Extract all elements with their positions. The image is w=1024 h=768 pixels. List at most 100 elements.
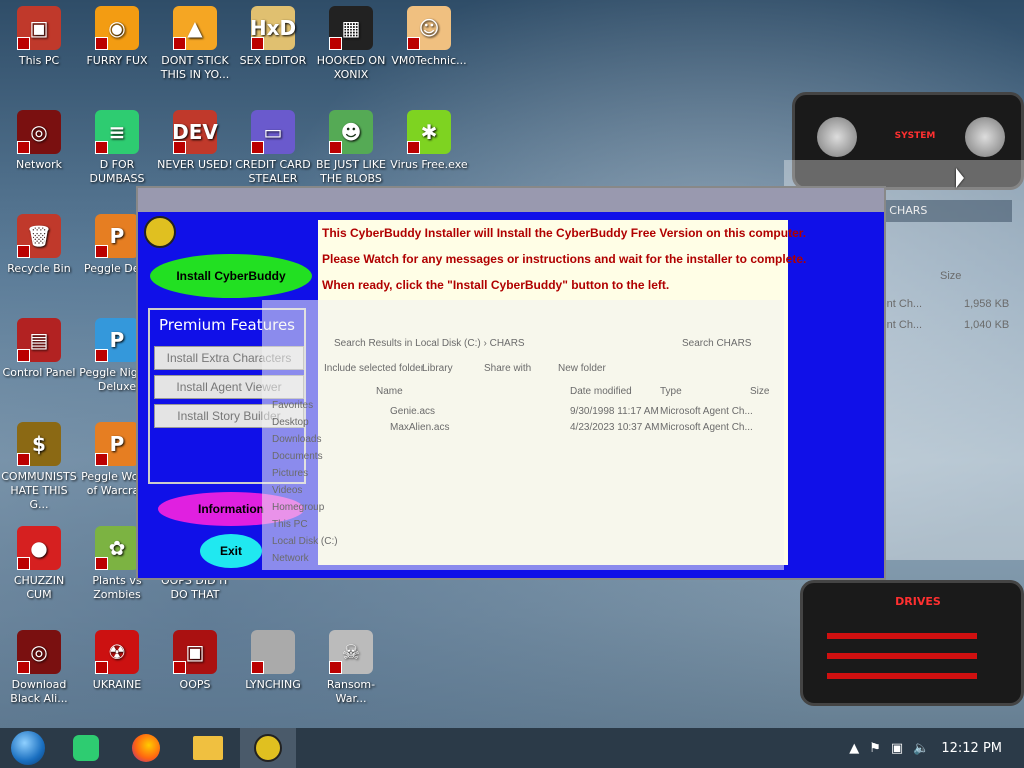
nav-item[interactable]: Pictures [272, 468, 308, 479]
column-header-name[interactable]: Name [376, 386, 403, 397]
drives-label: DRIVES [895, 595, 941, 608]
nav-item[interactable]: This PC [272, 519, 308, 530]
desktop-icon[interactable]: ▣ This PC [0, 6, 78, 68]
desktop-icon[interactable]: ▦ HOOKED ON XONIX [312, 6, 390, 82]
volume-icon[interactable]: 🔈 [913, 741, 929, 756]
shortcut-badge-icon [95, 141, 108, 154]
shortcut-badge-icon [95, 349, 108, 362]
toolbar-library[interactable]: Library [422, 363, 453, 374]
cyberbuddy-icon [254, 734, 282, 762]
desktop-icon-label: VM0Technic... [391, 54, 467, 67]
desktop-icon[interactable]: ● CHUZZIN CUM [0, 526, 78, 602]
desktop-icon[interactable]: ◎ Network [0, 110, 78, 172]
column-header-size[interactable]: Size [750, 386, 769, 397]
nav-item[interactable]: Network [272, 553, 309, 564]
desktop-icon[interactable]: ▭ CREDIT CARD STEALER [234, 110, 312, 186]
message-line: When ready, click the "Install CyberBudd… [322, 278, 670, 292]
desktop-icon-image: ◉ [95, 6, 139, 50]
exit-button[interactable]: Exit [200, 534, 262, 568]
desktop-icon[interactable]: ▤ Control Panel [0, 318, 78, 380]
nav-item[interactable]: Videos [272, 485, 302, 496]
desktop-icon[interactable]: ◉ FURRY FUX [78, 6, 156, 68]
desktop-icon[interactable]: ☠ Ransom-War... [312, 630, 390, 706]
shortcut-badge-icon [329, 661, 342, 674]
desktop-icon-label: DONT STICK THIS IN YO... [160, 54, 230, 81]
toolbar-include-folder[interactable]: Include selected folder [324, 363, 424, 374]
desktop-icon-label: OOPS [179, 678, 211, 691]
explorer-search-box[interactable]: Search CHARS [682, 338, 751, 349]
firefox-button[interactable] [118, 728, 174, 768]
chevron-up-icon[interactable]: ▲ [849, 741, 859, 756]
clock[interactable]: 12:12 PM [941, 741, 1002, 756]
cyberbuddy-taskbar-button[interactable] [240, 728, 296, 768]
desktop-icon-label: COMMUNISTS HATE THIS G... [1, 470, 77, 511]
desktop-icon-image: ≡ [95, 110, 139, 154]
desktop-icon[interactable]: ▲ DONT STICK THIS IN YO... [156, 6, 234, 82]
mouse-cursor-icon [956, 168, 964, 188]
column-header-date[interactable]: Date modified [570, 386, 632, 397]
drive-bar [827, 653, 977, 659]
desktop-icon[interactable]: ☺ VM0Technic... [390, 6, 468, 68]
message-line: Please Watch for any messages or instruc… [322, 252, 807, 266]
column-header-type[interactable]: Type [660, 386, 682, 397]
desktop-icon-label: D FOR DUMBASS [89, 158, 145, 185]
desktop-icon-image: ✱ [407, 110, 451, 154]
desktop-icon[interactable]: HxD SEX EDITOR [234, 6, 312, 68]
notes-icon [73, 735, 99, 761]
nav-item[interactable]: Downloads [272, 434, 321, 445]
column-header-size[interactable]: Size [940, 270, 961, 282]
network-icon[interactable]: ▣ [891, 741, 903, 756]
install-cyberbuddy-button[interactable]: Install CyberBuddy [150, 254, 312, 298]
nav-item[interactable]: Documents [272, 451, 323, 462]
alien-head-icon [817, 117, 857, 157]
notes-app-button[interactable] [58, 728, 114, 768]
message-line: This CyberBuddy Installer will Install t… [322, 226, 807, 240]
desktop-icon-label: Network [16, 158, 62, 171]
shortcut-badge-icon [251, 37, 264, 50]
shortcut-badge-icon [95, 661, 108, 674]
installer-title-bar[interactable] [138, 188, 884, 212]
desktop-icon-label: CHUZZIN CUM [13, 574, 65, 601]
desktop-icon-image: P [95, 318, 139, 362]
explorer-breadcrumb[interactable]: Search Results in Local Disk (C:) › CHAR… [334, 338, 525, 349]
desktop-icon-image: ▣ [17, 6, 61, 50]
file-explorer-button[interactable] [180, 728, 236, 768]
shortcut-badge-icon [95, 245, 108, 258]
desktop-icon[interactable]: ☢ UKRAINE [78, 630, 156, 692]
desktop-icon[interactable]: DEV NEVER USED! [156, 110, 234, 172]
desktop-icon-image: HxD [250, 6, 296, 50]
shortcut-badge-icon [329, 37, 342, 50]
desktop-icon[interactable]: ≡ D FOR DUMBASS [78, 110, 156, 186]
shortcut-badge-icon [95, 557, 108, 570]
desktop-icon-image: ☻ [329, 110, 373, 154]
desktop-icon-label: Recycle Bin [7, 262, 71, 275]
desktop-icon[interactable]: ✱ Virus Free.exe [390, 110, 468, 172]
flag-icon[interactable]: ⚑ [869, 741, 881, 756]
desktop-icon[interactable]: LYNCHING [234, 630, 312, 692]
toolbar-share-with[interactable]: Share with [484, 363, 531, 374]
desktop-icon-image: ▤ [17, 318, 61, 362]
desktop-icon[interactable]: 🗑 Recycle Bin [0, 214, 78, 276]
shortcut-badge-icon [17, 661, 30, 674]
nav-item[interactable]: Favorites [272, 400, 313, 411]
desktop-icon[interactable]: $ COMMUNISTS HATE THIS G... [0, 422, 78, 512]
nav-item[interactable]: Homegroup [272, 502, 324, 513]
desktop-icon-label: FURRY FUX [86, 54, 148, 67]
file-date: 9/30/1998 11:17 AM [570, 406, 659, 417]
nav-item[interactable]: Desktop [272, 417, 309, 428]
explorer-nav-pane: Favorites Desktop Downloads Documents Pictur… [272, 400, 338, 570]
desktop-icon-image: ☺ [407, 6, 451, 50]
nav-item[interactable]: Local Disk (C:) [272, 536, 338, 547]
start-orb-button[interactable] [0, 728, 56, 768]
file-type: Microsoft Agent Ch... [660, 406, 753, 417]
shortcut-badge-icon [17, 37, 30, 50]
desktop-icon[interactable]: ◎ Download Black Ali... [0, 630, 78, 706]
toolbar-new-folder[interactable]: New folder [558, 363, 606, 374]
shortcut-badge-icon [329, 141, 342, 154]
file-name[interactable]: Genie.acs [390, 406, 435, 417]
desktop-icon[interactable]: ▣ OOPS [156, 630, 234, 692]
desktop-icon[interactable]: ☻ BE JUST LIKE THE BLOBS [312, 110, 390, 186]
file-name[interactable]: MaxAlien.acs [390, 422, 449, 433]
desktop-icon-label: Download Black Ali... [10, 678, 68, 705]
desktop-icon-image: ▣ [173, 630, 217, 674]
